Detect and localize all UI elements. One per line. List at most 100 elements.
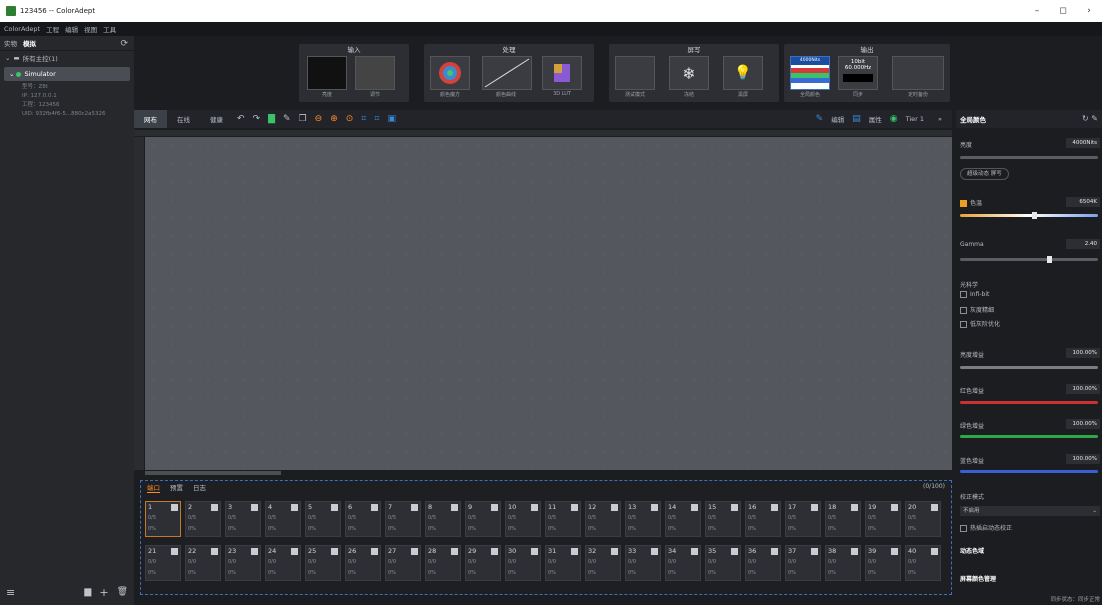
close-button[interactable]: › bbox=[1076, 0, 1102, 22]
gain-slider-brightness[interactable] bbox=[960, 366, 1098, 369]
reset-pin-icon[interactable]: ↻ ✎ bbox=[1082, 114, 1098, 123]
port-cell[interactable]: 7 0/5 0% bbox=[385, 501, 421, 537]
tab-presets[interactable]: 预置 bbox=[170, 482, 183, 492]
more-button[interactable]: » bbox=[928, 115, 952, 123]
port-cell[interactable]: 36 0/0 0% bbox=[745, 545, 781, 581]
gain-value-blue[interactable]: 100.00% bbox=[1066, 454, 1100, 464]
port-cell[interactable]: 21 0/0 0% bbox=[145, 545, 181, 581]
blackout-bulb-icon[interactable]: 💡 bbox=[723, 56, 763, 90]
port-cell[interactable]: 35 0/0 0% bbox=[705, 545, 741, 581]
3d-lut-thumbnail[interactable] bbox=[542, 56, 582, 90]
temp-checkbox[interactable] bbox=[960, 200, 967, 207]
brightness-value[interactable]: 4000Nits bbox=[1066, 138, 1100, 148]
menu-app[interactable]: ColorAdept bbox=[4, 25, 40, 33]
restore-button[interactable]: ◻ bbox=[1050, 0, 1076, 22]
hotplug-option[interactable]: 热插启动态校正 bbox=[960, 523, 1102, 532]
menu-tools[interactable]: 工具 bbox=[103, 24, 116, 34]
port-cell[interactable]: 11 0/5 0% bbox=[545, 501, 581, 537]
undo-icon[interactable]: ↶ bbox=[237, 114, 245, 124]
port-cell[interactable]: 2 0/5 0% bbox=[185, 501, 221, 537]
gain-value-brightness[interactable]: 100.00% bbox=[1066, 348, 1100, 358]
port-cell[interactable]: 29 0/0 0% bbox=[465, 545, 501, 581]
port-cell[interactable]: 24 0/0 0% bbox=[265, 545, 301, 581]
port-cell[interactable]: 33 0/0 0% bbox=[625, 545, 661, 581]
screen-color-label[interactable]: 屏幕颜色管理 bbox=[960, 574, 1102, 583]
align-icon[interactable]: ⌗ bbox=[361, 114, 366, 124]
test-mode-thumbnail[interactable] bbox=[615, 56, 655, 90]
tree-root[interactable]: ⌄ ▬ 所有主控(1) bbox=[0, 51, 134, 65]
scrollbar-thumb[interactable] bbox=[145, 471, 281, 475]
tab-health[interactable]: 健康 bbox=[200, 114, 233, 124]
zoom-out-icon[interactable]: ⊖ bbox=[315, 114, 323, 124]
brightness-thumbnail[interactable] bbox=[307, 56, 347, 90]
properties-button[interactable]: 属性 bbox=[865, 114, 886, 124]
menu-project[interactable]: 工程 bbox=[46, 24, 59, 34]
zoom-fit-icon[interactable]: ⊙ bbox=[346, 114, 354, 124]
tab-simulate[interactable]: 模拟 bbox=[23, 38, 36, 48]
port-cell[interactable]: 23 0/0 0% bbox=[225, 545, 261, 581]
menu-view[interactable]: 视图 bbox=[84, 24, 97, 34]
port-cell[interactable]: 22 0/0 0% bbox=[185, 545, 221, 581]
port-cell[interactable]: 14 0/5 0% bbox=[665, 501, 701, 537]
tab-ports[interactable]: 端口 bbox=[147, 482, 160, 493]
gamma-knob[interactable] bbox=[1046, 256, 1052, 263]
hdr-mode-pill[interactable]: 超级动态 屏写 bbox=[960, 168, 1009, 180]
tab-layout[interactable]: 网布 bbox=[134, 110, 167, 128]
gamma-slider[interactable] bbox=[960, 256, 1098, 263]
copy-icon[interactable]: ❐ bbox=[299, 114, 307, 124]
option-infibit[interactable]: Infi-bit bbox=[960, 291, 1102, 298]
add-icon[interactable]: + bbox=[99, 586, 108, 599]
port-cell[interactable]: 26 0/0 0% bbox=[345, 545, 381, 581]
port-cell[interactable]: 16 0/5 0% bbox=[745, 501, 781, 537]
checkbox[interactable] bbox=[960, 525, 967, 532]
port-cell[interactable]: 32 0/0 0% bbox=[585, 545, 621, 581]
gain-value-green[interactable]: 100.00% bbox=[1066, 419, 1100, 429]
port-cell[interactable]: 18 0/5 0% bbox=[825, 501, 861, 537]
option-low-gray[interactable]: 低灰阶优化 bbox=[960, 319, 1102, 328]
freeze-snowflake-icon[interactable]: ❄ bbox=[669, 56, 709, 90]
layout-icon[interactable]: ▇ bbox=[268, 114, 275, 124]
tab-real[interactable]: 实物 bbox=[4, 38, 17, 48]
port-cell[interactable]: 10 0/5 0% bbox=[505, 501, 541, 537]
temp-knob[interactable] bbox=[1031, 212, 1037, 219]
port-cell[interactable]: 31 0/0 0% bbox=[545, 545, 581, 581]
port-cell[interactable]: 25 0/0 0% bbox=[305, 545, 341, 581]
port-cell[interactable]: 13 0/5 0% bbox=[625, 501, 661, 537]
minimize-button[interactable]: – bbox=[1024, 0, 1050, 22]
option-fine-gray[interactable]: 灰度精细 bbox=[960, 305, 1102, 314]
tier-button[interactable]: Tier 1 bbox=[902, 115, 928, 123]
port-cell[interactable]: 28 0/0 0% bbox=[425, 545, 461, 581]
checkbox[interactable] bbox=[960, 321, 967, 328]
tree-item-simulator[interactable]: ⌄ Simulator bbox=[4, 67, 130, 81]
gain-slider-red[interactable] bbox=[960, 401, 1098, 404]
port-cell[interactable]: 3 0/5 0% bbox=[225, 501, 261, 537]
hamburger-menu-icon[interactable]: ≡ bbox=[6, 586, 15, 599]
port-cell[interactable]: 9 0/5 0% bbox=[465, 501, 501, 537]
distribute-icon[interactable]: ⌗ bbox=[374, 114, 379, 124]
port-cell[interactable]: 8 0/5 0% bbox=[425, 501, 461, 537]
port-cell[interactable]: 37 0/0 0% bbox=[785, 545, 821, 581]
checkbox[interactable] bbox=[960, 307, 967, 314]
port-cell[interactable]: 34 0/0 0% bbox=[665, 545, 701, 581]
port-cell[interactable]: 12 0/5 0% bbox=[585, 501, 621, 537]
port-cell[interactable]: 6 0/5 0% bbox=[345, 501, 381, 537]
calib-select[interactable]: 不启用 ⌄ bbox=[960, 506, 1100, 516]
gain-slider-blue[interactable] bbox=[960, 470, 1098, 473]
adjust-thumbnail[interactable] bbox=[355, 56, 395, 90]
folder-icon[interactable]: ▆ bbox=[84, 587, 91, 597]
layout-canvas[interactable] bbox=[145, 137, 952, 470]
port-cell[interactable]: 30 0/0 0% bbox=[505, 545, 541, 581]
dynamic-gamut-label[interactable]: 动态色域 bbox=[960, 546, 1102, 555]
gain-slider-green[interactable] bbox=[960, 435, 1098, 438]
port-cell[interactable]: 4 0/5 0% bbox=[265, 501, 301, 537]
tab-log[interactable]: 日志 bbox=[193, 482, 206, 492]
menu-edit[interactable]: 编辑 bbox=[65, 24, 78, 34]
edit-icon[interactable]: ✎ bbox=[283, 114, 291, 124]
port-cell[interactable]: 1 0/5 0% bbox=[145, 501, 181, 537]
edit-button[interactable]: 编辑 bbox=[827, 114, 848, 124]
tab-online[interactable]: 在线 bbox=[167, 114, 200, 124]
gamma-value[interactable]: 2.40 bbox=[1066, 239, 1100, 249]
port-cell[interactable]: 5 0/5 0% bbox=[305, 501, 341, 537]
fit-screen-icon[interactable]: ▣ bbox=[387, 114, 396, 124]
port-cell[interactable]: 38 0/0 0% bbox=[825, 545, 861, 581]
